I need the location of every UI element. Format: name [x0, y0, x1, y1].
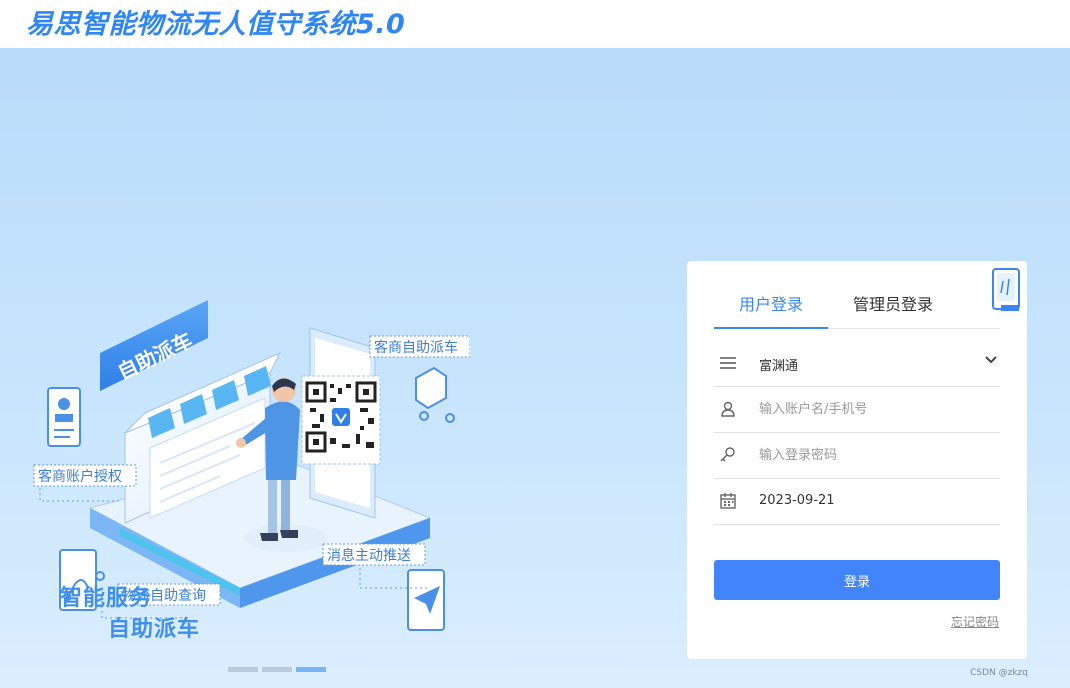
carousel-indicator	[228, 667, 326, 672]
carousel-dot[interactable]	[262, 667, 292, 672]
svg-text:客商账户授权: 客商账户授权	[38, 468, 122, 485]
login-tabs: 用户登录 管理员登录	[714, 285, 1000, 329]
page-header: 易思智能物流无人值守系统5.0	[0, 0, 1070, 48]
tab-user-login[interactable]: 用户登录	[714, 285, 828, 329]
self-dispatch-sign: 自助派车	[100, 300, 208, 391]
password-input[interactable]	[759, 443, 989, 467]
qr-code	[301, 375, 381, 465]
svg-text:消息主动推送: 消息主动推送	[327, 547, 411, 564]
date-field[interactable]: 2023-09-21	[714, 479, 1000, 525]
menu-icon	[720, 357, 736, 369]
callout-merchant-dispatch: 客商自助派车	[369, 335, 470, 358]
callout-message-push: 消息主动推送	[322, 543, 426, 566]
paper-plane-icon	[407, 569, 445, 631]
username-input[interactable]	[759, 397, 989, 421]
login-background: 自助派车 客商自助派车 客商账户授权 消息主动推送 物流自助查询 智能服务 自助…	[0, 48, 1070, 688]
company-select[interactable]: 富渊通	[714, 341, 1000, 387]
login-card: 用户登录 管理员登录 富渊通 输入账户名/手机号 2023-09-21 登录 忘…	[687, 261, 1027, 659]
key-icon	[720, 447, 735, 462]
login-button[interactable]: 登录	[714, 560, 1000, 600]
watermark: CSDN @zkzq	[970, 668, 1028, 678]
user-icon	[721, 401, 735, 417]
chevron-down-icon[interactable]	[984, 353, 998, 367]
hero-illustration: 自助派车 客商自助派车 客商账户授权 消息主动推送 物流自助查询	[33, 300, 470, 631]
carousel-dot-active[interactable]	[296, 667, 326, 672]
slogan-line-2: 自助派车	[108, 617, 201, 642]
forgot-password-link[interactable]: 忘记密码	[951, 613, 999, 630]
svg-text:客商自助派车: 客商自助派车	[374, 339, 458, 356]
company-select-value: 富渊通	[759, 359, 799, 374]
carousel-dot[interactable]	[228, 667, 258, 672]
date-value: 2023-09-21	[759, 493, 835, 508]
username-field	[714, 387, 1000, 433]
password-field	[714, 433, 1000, 479]
app-title: 易思智能物流无人值守系统5.0	[26, 9, 406, 40]
package-icon	[415, 366, 455, 423]
callout-account-auth: 客商账户授权	[33, 464, 137, 487]
slogan-line-1: 智能服务	[60, 586, 153, 611]
calendar-icon	[720, 493, 736, 509]
id-card-icon	[47, 387, 81, 447]
tab-admin-login[interactable]: 管理员登录	[828, 285, 958, 329]
